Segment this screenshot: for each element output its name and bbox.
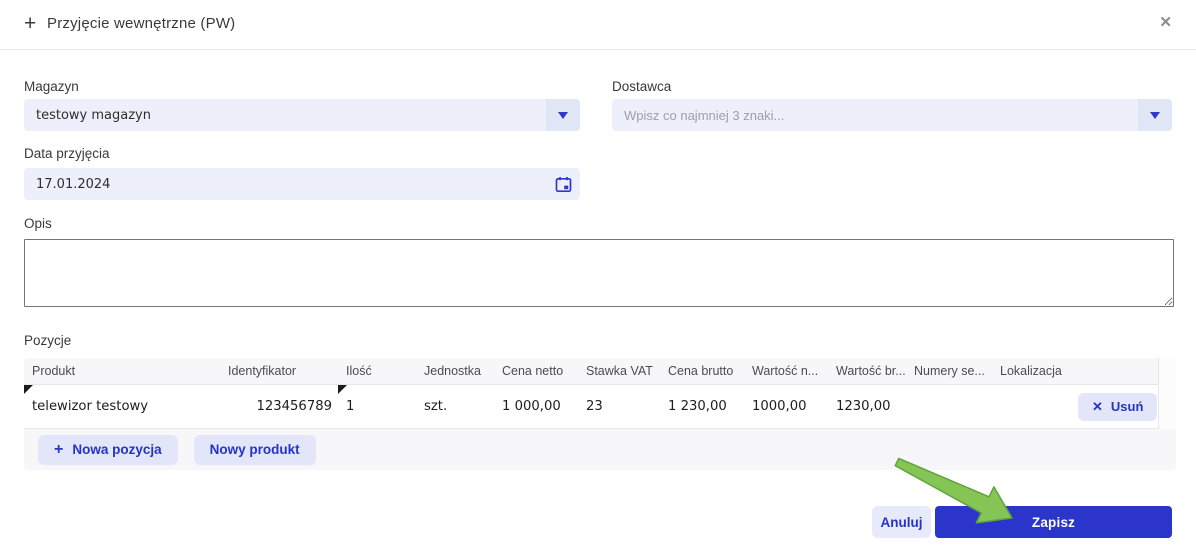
col-header-lokalizacja: Lokalizacja <box>1000 364 1062 378</box>
cell-produkt-value: telewizor testowy <box>32 399 149 414</box>
cell-lokalizacja[interactable] <box>992 385 1078 428</box>
col-header-cena-netto: Cena netto <box>502 364 564 378</box>
pw-dialog: + Przyjęcie wewnętrzne (PW) ✕ Magazyn te… <box>0 0 1196 549</box>
data-przyjecia-input[interactable] <box>24 176 546 192</box>
cell-actions: ✕ Usuń <box>1078 385 1159 428</box>
cell-wartosc-brutto-value: 1230,00 <box>836 399 891 414</box>
grid-header-row: Produkt Identyfikator Ilość Jednostka Ce… <box>24 358 1176 385</box>
dostawca-placeholder: Wpisz co najmniej 3 znaki... <box>624 107 785 123</box>
dialog-title: Przyjęcie wewnętrzne (PW) <box>47 15 236 32</box>
cell-cena-brutto-value: 1 230,00 <box>668 399 727 414</box>
dostawca-label: Dostawca <box>612 79 672 94</box>
nowy-produkt-label: Nowy produkt <box>209 442 300 457</box>
cancel-button[interactable]: Anuluj <box>872 506 931 538</box>
col-header-numery-seryjne: Numery se... <box>914 364 985 378</box>
dialog-header: + Przyjęcie wewnętrzne (PW) ✕ <box>0 0 1196 50</box>
col-header-identyfikator: Identyfikator <box>228 364 297 378</box>
cell-edited-marker <box>24 385 33 394</box>
chevron-down-icon <box>558 111 568 119</box>
cell-identyfikator-value: 123456789 <box>256 399 332 414</box>
close-icon[interactable]: ✕ <box>1159 13 1172 33</box>
opis-label: Opis <box>24 216 52 231</box>
cell-stawka-vat-value: 23 <box>586 399 603 414</box>
cell-stawka-vat[interactable]: 23 <box>578 385 660 428</box>
opis-textarea[interactable] <box>24 239 1174 307</box>
cell-produkt[interactable]: telewizor testowy <box>24 385 220 428</box>
cell-cena-brutto[interactable]: 1 230,00 <box>660 385 744 428</box>
col-header-wartosc-brutto: Wartość br... <box>836 364 906 378</box>
dostawca-select[interactable]: Wpisz co najmniej 3 znaki... <box>612 99 1172 131</box>
save-button[interactable]: Zapisz <box>935 506 1172 538</box>
magazyn-value: testowy magazyn <box>36 107 151 123</box>
col-header-produkt: Produkt <box>32 364 76 378</box>
col-header-wartosc-netto: Wartość n... <box>752 364 819 378</box>
delete-row-label: Usuń <box>1110 399 1144 414</box>
col-header-jednostka: Jednostka <box>424 364 481 378</box>
cell-identyfikator[interactable]: 123456789 <box>220 385 338 428</box>
nowa-pozycja-button[interactable]: + Nowa pozycja <box>38 434 178 465</box>
nowa-pozycja-label: Nowa pozycja <box>72 442 162 457</box>
cell-ilosc[interactable]: 1 <box>338 385 416 428</box>
grid-footer: + Nowa pozycja Nowy produkt <box>24 429 1176 470</box>
pozycje-label: Pozycje <box>24 333 72 348</box>
magazyn-select[interactable]: testowy magazyn <box>24 99 580 131</box>
plus-icon: + <box>24 12 37 35</box>
cell-ilosc-value: 1 <box>346 399 355 414</box>
magazyn-label: Magazyn <box>24 79 79 94</box>
plus-icon: + <box>54 440 64 458</box>
grid-scrollbar-gutter <box>1158 358 1176 429</box>
col-header-cena-brutto: Cena brutto <box>668 364 734 378</box>
chevron-down-icon <box>1150 111 1160 119</box>
calendar-icon[interactable] <box>546 168 580 200</box>
cell-cena-netto-value: 1 000,00 <box>502 399 561 414</box>
magazyn-dropdown-button[interactable] <box>546 99 580 131</box>
cell-cena-netto[interactable]: 1 000,00 <box>494 385 578 428</box>
x-icon: ✕ <box>1092 398 1103 414</box>
cell-wartosc-netto[interactable]: 1000,00 <box>744 385 828 428</box>
data-przyjecia-label: Data przyjęcia <box>24 146 110 161</box>
cell-jednostka-value: szt. <box>424 399 448 414</box>
dostawca-dropdown-button[interactable] <box>1138 99 1172 131</box>
cell-wartosc-brutto[interactable]: 1230,00 <box>828 385 906 428</box>
col-header-stawka-vat: Stawka VAT <box>586 364 653 378</box>
cell-numery-seryjne[interactable] <box>906 385 992 428</box>
cell-edited-marker <box>338 385 347 394</box>
data-przyjecia-field <box>24 168 580 200</box>
cell-jednostka[interactable]: szt. <box>416 385 494 428</box>
nowy-produkt-button[interactable]: Nowy produkt <box>193 434 316 465</box>
pozycje-grid: Produkt Identyfikator Ilość Jednostka Ce… <box>24 358 1176 470</box>
delete-row-button[interactable]: ✕ Usuń <box>1078 392 1158 421</box>
cell-wartosc-netto-value: 1000,00 <box>752 399 807 414</box>
col-header-ilosc: Ilość <box>346 364 372 378</box>
table-row: telewizor testowy 123456789 1 szt. 1 000… <box>24 385 1176 429</box>
